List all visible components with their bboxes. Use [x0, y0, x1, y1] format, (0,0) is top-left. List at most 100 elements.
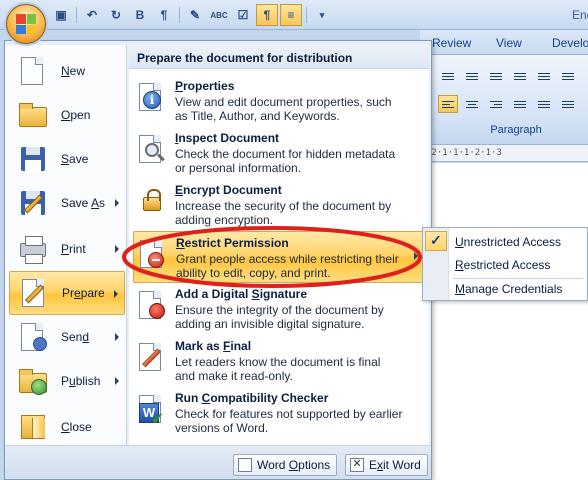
- shading-icon[interactable]: [558, 95, 578, 113]
- menu-item-print[interactable]: Print: [9, 227, 125, 271]
- submenu-arrow-icon: [115, 199, 119, 207]
- office-menu: New Open Save Save As Print PrEpare: [4, 40, 432, 480]
- word-options-button[interactable]: Word Options: [233, 454, 338, 476]
- office-logo-icon: [16, 14, 36, 34]
- ribbon-group-label: Paragraph: [490, 124, 542, 136]
- menu-item-label: Close: [61, 420, 92, 434]
- submenu-item-description: Check for features not supported by earl…: [175, 407, 403, 435]
- menu-item-open[interactable]: Open: [9, 93, 125, 137]
- paragraph-icon[interactable]: ¶: [153, 4, 175, 26]
- title-bar: ▣ ↶ ↻ B ¶ ✎ ABC ☑ ¶ ≡ ▾ Enc: [0, 0, 588, 30]
- submenu-item-description: View and edit document properties, such …: [175, 95, 392, 123]
- document-page[interactable]: [420, 163, 588, 480]
- ribbon-row-lists: [438, 67, 578, 85]
- submenu-item-title: Restrict Permission: [176, 236, 289, 250]
- menu-item-label: New: [61, 64, 86, 78]
- menu-item-label: SenD: [61, 330, 90, 344]
- align-right-icon[interactable]: [486, 95, 506, 113]
- menu-item-close[interactable]: Close: [9, 405, 125, 449]
- numbering-icon[interactable]: [462, 67, 482, 85]
- office-menu-commands: New Open Save Save As Print PrEpare: [5, 45, 127, 445]
- menu-item-prepare[interactable]: PrEpare: [9, 271, 125, 315]
- checkmark-icon: ✓: [430, 232, 442, 248]
- menu-item-send[interactable]: SenD: [9, 315, 125, 359]
- submenu-item-inspect-document[interactable]: Inspect Document Check the document for …: [133, 127, 425, 179]
- bold-icon[interactable]: B: [129, 4, 151, 26]
- exit-word-label: Exit Word: [369, 458, 421, 472]
- menu-item-label: PrEpare: [62, 286, 105, 300]
- ribbon-row-alignment: [438, 95, 578, 113]
- ribbon-tab-strip: Review View Develo: [420, 30, 588, 54]
- submenu-item-properties[interactable]: i Properties View and edit document prop…: [133, 75, 425, 127]
- submenu-arrow-icon: [115, 333, 119, 341]
- options-icon: [238, 458, 252, 472]
- toolbar-separator: [179, 7, 180, 23]
- submenu-arrow-icon: [114, 290, 118, 298]
- restrict-permission-flyout: ✓ Unrestricted Access Restricted Access …: [422, 227, 588, 301]
- increase-indent-icon[interactable]: [534, 67, 554, 85]
- line-spacing-icon[interactable]: [534, 95, 554, 113]
- menu-item-label: Print: [61, 242, 86, 256]
- menu-item-publish[interactable]: PUblish: [9, 359, 125, 403]
- submenu-item-restrict-permission[interactable]: Restrict Permission Grant people access …: [133, 231, 425, 283]
- save-icon[interactable]: ▣: [50, 4, 72, 26]
- submenu-arrow-icon: [115, 245, 119, 253]
- submenu-item-description: Let readers know the document is final a…: [175, 355, 381, 383]
- submenu-item-description: Ensure the integrity of the document by …: [175, 303, 384, 331]
- flyout-separator: [453, 278, 583, 279]
- prepare-icon: [18, 277, 50, 309]
- inspect-document-icon: [135, 133, 167, 165]
- exit-word-button[interactable]: ✕ Exit Word: [345, 454, 428, 476]
- align-center-icon[interactable]: [462, 95, 482, 113]
- show-formatting-icon[interactable]: ¶: [256, 4, 278, 26]
- bullets-icon[interactable]: [438, 67, 458, 85]
- office-button[interactable]: [6, 4, 46, 44]
- digital-signature-icon: [135, 289, 167, 321]
- submenu-item-title: Properties: [175, 79, 235, 93]
- flyout-item-unrestricted-access[interactable]: Unrestricted Access: [455, 235, 561, 249]
- tab-developer[interactable]: Develo: [552, 36, 588, 50]
- submenu-item-title: Run Compatibility Checker: [175, 391, 329, 405]
- justify-icon[interactable]: ≡: [280, 4, 302, 26]
- tab-view[interactable]: View: [496, 36, 522, 50]
- save-icon: [17, 143, 49, 175]
- track-changes-icon[interactable]: ☑: [232, 4, 254, 26]
- submenu-item-mark-as-final[interactable]: Mark as Final Let readers know the docum…: [133, 335, 425, 387]
- format-painter-icon[interactable]: ✎: [184, 4, 206, 26]
- restrict-permission-icon: [136, 238, 168, 270]
- publish-icon: [17, 365, 49, 397]
- menu-item-save[interactable]: Save: [9, 137, 125, 181]
- properties-icon: i: [135, 81, 167, 113]
- submenu-header: Prepare the document for distribution: [129, 45, 429, 69]
- submenu-item-encrypt-document[interactable]: Encrypt Document Increase the security o…: [133, 179, 425, 231]
- flyout-item-manage-credentials[interactable]: Manage Credentials: [455, 282, 562, 296]
- undo-icon[interactable]: ↶: [81, 4, 103, 26]
- toolbar-separator: [306, 7, 307, 23]
- horizontal-ruler[interactable]: ·2·1·1·1·2·1·3: [420, 144, 588, 162]
- align-left-icon[interactable]: [438, 95, 458, 113]
- sort-icon[interactable]: [558, 67, 578, 85]
- window-title: Enc: [572, 8, 588, 22]
- flyout-item-restricted-access[interactable]: Restricted Access: [455, 258, 550, 272]
- spelling-icon[interactable]: ABC: [208, 4, 230, 26]
- multilevel-list-icon[interactable]: [486, 67, 506, 85]
- decrease-indent-icon[interactable]: [510, 67, 530, 85]
- send-icon: [17, 321, 49, 353]
- submenu-item-digital-signature[interactable]: Add a Digital Signature Ensure the integ…: [133, 283, 425, 335]
- toolbar-separator: [76, 7, 77, 23]
- submenu-item-title: Encrypt Document: [175, 183, 282, 197]
- justify-align-icon[interactable]: [510, 95, 530, 113]
- compatibility-checker-icon: W ✓: [135, 393, 167, 428]
- menu-item-save-as[interactable]: Save As: [9, 181, 125, 225]
- printer-icon: [17, 233, 49, 265]
- save-as-icon: [17, 187, 49, 219]
- customize-toolbar-icon[interactable]: ▾: [311, 4, 333, 26]
- menu-item-label: PUblish: [61, 374, 101, 388]
- quick-access-toolbar: ▣ ↶ ↻ B ¶ ✎ ABC ☑ ¶ ≡ ▾: [50, 4, 333, 26]
- redo-icon[interactable]: ↻: [105, 4, 127, 26]
- submenu-item-compatibility-checker[interactable]: W ✓ Run Compatibility Checker Check for f…: [133, 387, 425, 439]
- open-folder-icon: [17, 99, 49, 131]
- tab-review[interactable]: Review: [432, 36, 471, 50]
- menu-item-new[interactable]: New: [9, 49, 125, 93]
- prepare-submenu: Prepare the document for distribution i …: [129, 45, 429, 445]
